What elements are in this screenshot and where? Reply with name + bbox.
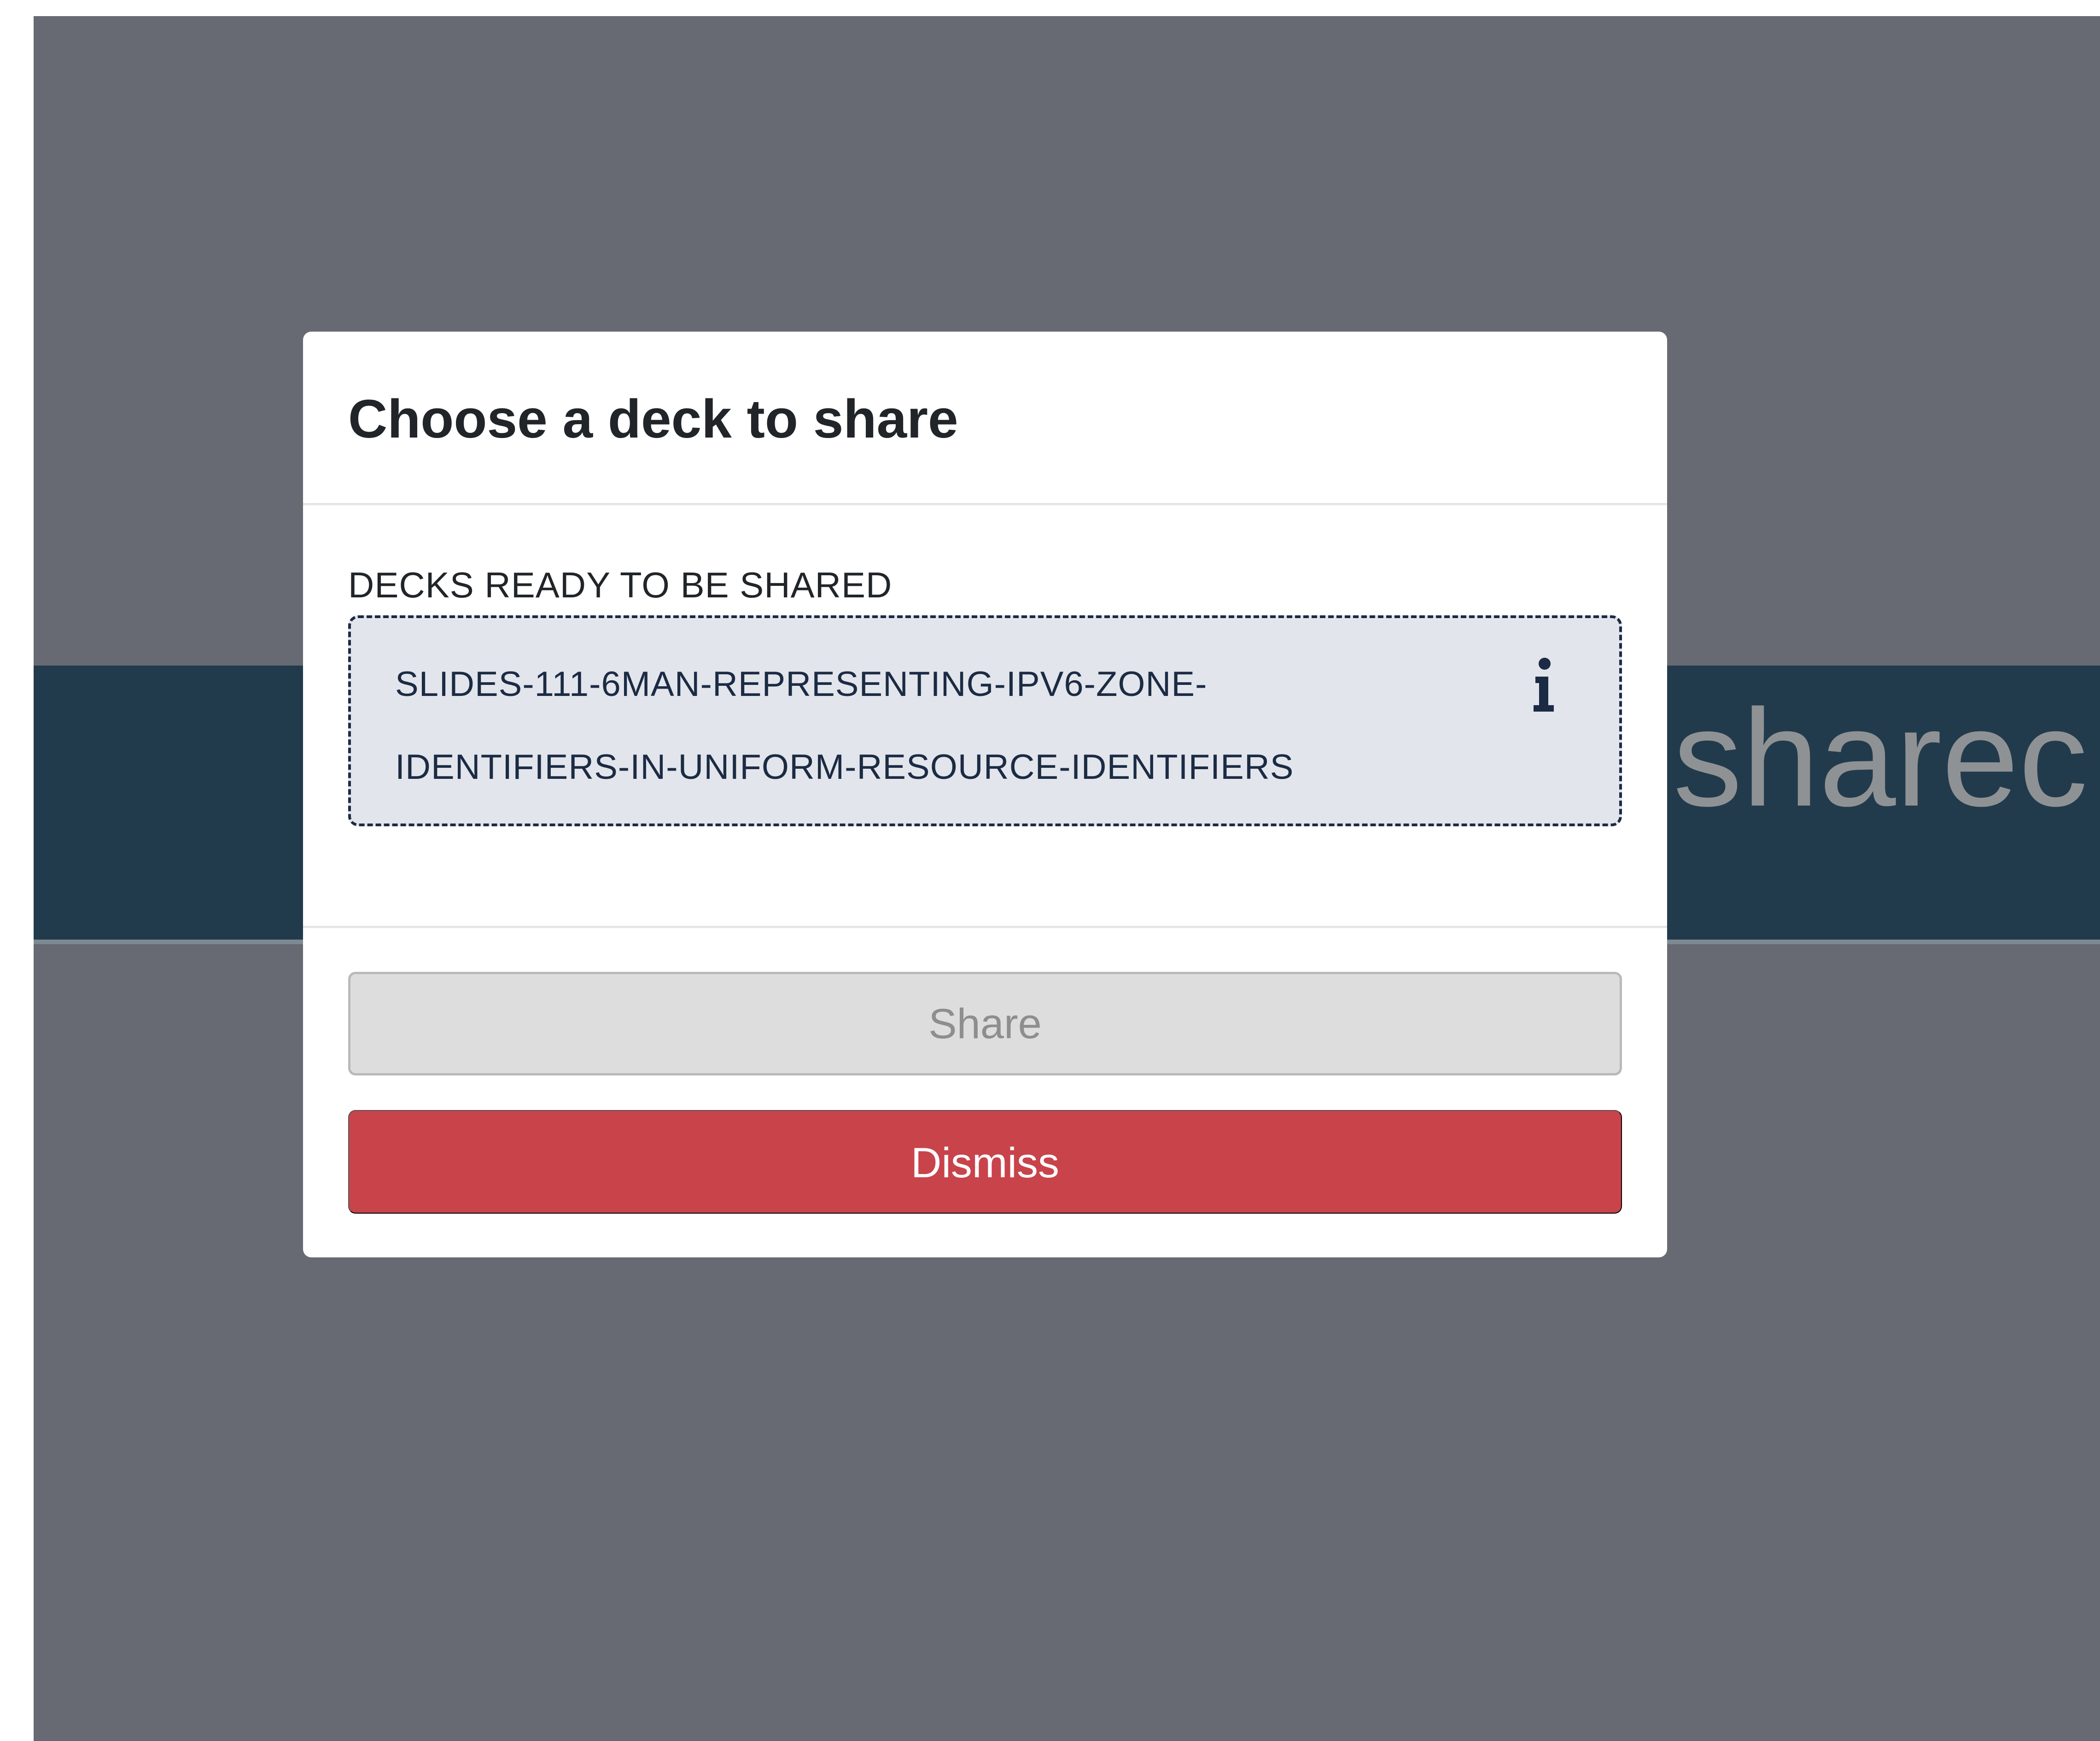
background-banner-text: sharec — [1673, 680, 2088, 835]
deck-item[interactable]: SLIDES-111-6MAN-REPRESENTING-IPV6-ZONE- … — [348, 615, 1622, 826]
deck-name-line-2: IDENTIFIERS-IN-UNIFORM-RESOURCE-IDENTIFI… — [395, 748, 1294, 787]
modal-title: Choose a deck to share — [348, 389, 958, 450]
modal-header: Choose a deck to share — [303, 332, 1667, 505]
info-icon[interactable] — [1530, 657, 1558, 713]
footer-divider — [303, 926, 1667, 928]
dismiss-button[interactable]: Dismiss — [348, 1110, 1622, 1214]
decks-section-label: DECKS READY TO BE SHARED — [348, 565, 892, 605]
share-deck-modal: Choose a deck to share DECKS READY TO BE… — [303, 332, 1667, 1257]
page: sharec Choose a deck to share DECKS READ… — [0, 0, 2100, 1741]
deck-name-line-1: SLIDES-111-6MAN-REPRESENTING-IPV6-ZONE- — [395, 665, 1208, 704]
share-button[interactable]: Share — [348, 972, 1622, 1075]
